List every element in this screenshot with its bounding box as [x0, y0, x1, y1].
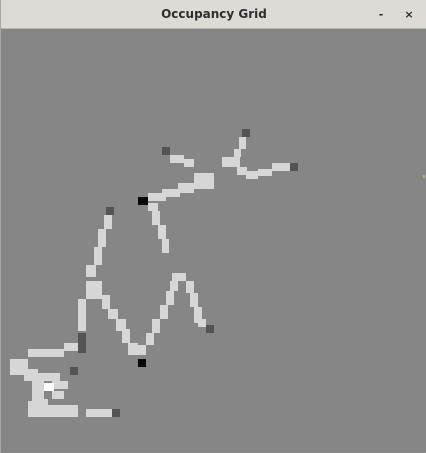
grid-cell-free: [38, 373, 60, 381]
grid-cell-free: [148, 193, 166, 201]
grid-cell-free: [170, 155, 184, 163]
grid-cell-free: [152, 319, 160, 333]
grid-cell-dark: [138, 197, 148, 205]
grid-cell-free: [162, 239, 169, 253]
grid-cell-free: [86, 409, 112, 417]
close-button[interactable]: ×: [400, 6, 418, 24]
grid-cell-free: [198, 319, 206, 327]
grid-cell-wall: [290, 163, 298, 171]
grid-cell-wall: [106, 207, 114, 215]
grid-cell-free: [166, 291, 174, 305]
grid-cell-wall: [162, 147, 170, 155]
occupancy-grid-canvas: [2, 29, 426, 452]
grid-cell-free: [102, 295, 110, 309]
grid-cell-free: [146, 333, 154, 345]
grid-cell-dark: [138, 359, 146, 367]
grid-cell-free: [190, 293, 198, 307]
grid-cell-free: [28, 401, 42, 417]
grid-cell-free: [178, 183, 194, 193]
grid-cell-free: [86, 281, 102, 299]
grid-cell-free: [172, 273, 186, 281]
grid-cell-free: [194, 173, 214, 189]
grid-cell-free: [239, 137, 246, 149]
window-title: Occupancy Grid: [161, 7, 267, 21]
grid-cell-free: [86, 265, 96, 277]
grid-cell-free: [186, 281, 194, 293]
grid-cell-free: [148, 203, 158, 211]
grid-cell-wall: [70, 367, 78, 375]
grid-cell-wall: [112, 409, 120, 417]
grid-cell-free: [78, 299, 86, 321]
grid-cell-free: [184, 159, 194, 167]
grid-cell-free: [234, 149, 241, 157]
grid-cell-free: [52, 381, 68, 389]
grid-cell-free: [170, 281, 178, 291]
grid-cell-free: [258, 169, 272, 176]
grid-cell-free: [122, 329, 130, 343]
grid-cell-free: [98, 229, 106, 247]
minimize-button[interactable]: -: [372, 6, 390, 24]
grid-cell-free: [28, 349, 64, 357]
grid-cell-free: [64, 343, 78, 351]
grid-cell-free: [42, 405, 78, 417]
grid-cell-free: [272, 163, 290, 171]
grid-cell-free: [32, 381, 44, 391]
grid-cell-free: [52, 391, 64, 399]
grid-cell-free: [78, 321, 86, 331]
grid-cell-wall: [242, 129, 250, 137]
grid-cell-free: [128, 343, 138, 355]
grid-cell-free: [94, 247, 102, 265]
grid-cell-free: [138, 345, 146, 355]
window-edge-highlight: [423, 175, 425, 178]
grid-cell-white: [44, 383, 54, 391]
title-bar[interactable]: Occupancy Grid - ×: [1, 0, 426, 29]
grid-cell-free: [158, 225, 166, 239]
grid-cell-free: [104, 215, 112, 229]
occupancy-grid-window: Occupancy Grid - ×: [0, 0, 426, 453]
grid-cell-wall: [206, 325, 214, 333]
grid-cell-wall: [78, 333, 86, 353]
grid-cell-free: [160, 305, 168, 319]
grid-cell-free: [24, 369, 38, 381]
grid-cell-free: [246, 171, 258, 179]
grid-cell-free: [237, 167, 247, 175]
grid-cell-free: [222, 157, 240, 167]
grid-cell-free: [108, 309, 118, 319]
grid-cell-free: [152, 211, 160, 225]
